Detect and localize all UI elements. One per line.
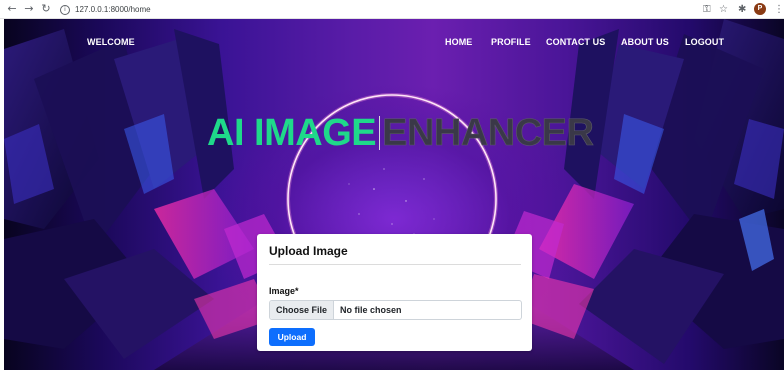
nav-link-about-us[interactable]: ABOUT US: [621, 37, 669, 47]
nav-brand-welcome[interactable]: WELCOME: [87, 37, 135, 47]
address-bar[interactable]: i 127.0.0.1:8000/home: [60, 4, 151, 15]
browser-toolbar: ← → ↻ i 127.0.0.1:8000/home ⚿ ☆ ✱ P ⋮: [0, 0, 784, 19]
nav-link-profile[interactable]: PROFILE: [491, 37, 531, 47]
hero-title-part1: AI IMAGE: [207, 112, 377, 154]
key-icon[interactable]: ⚿: [703, 3, 711, 15]
nav-link-home[interactable]: HOME: [445, 37, 472, 47]
nav-link-logout[interactable]: LOGOUT: [685, 37, 724, 47]
upload-card-title: Upload Image: [269, 244, 348, 258]
divider: [269, 264, 521, 265]
top-navbar: WELCOME HOME PROFILE CONTACT US ABOUT US…: [4, 19, 784, 67]
extensions-icon[interactable]: ✱: [738, 3, 746, 15]
reload-icon[interactable]: ↻: [40, 3, 52, 15]
url-text[interactable]: 127.0.0.1:8000/home: [75, 5, 151, 14]
hero-title: AI IMAGE ENHANCER: [207, 112, 594, 155]
nav-link-contact-us[interactable]: CONTACT US: [546, 37, 605, 47]
typing-caret: [379, 116, 381, 150]
hero-title-part2: ENHANCER: [382, 112, 594, 155]
image-field-label: Image*: [269, 286, 299, 296]
upload-card: Upload Image Image* Choose File No file …: [257, 234, 532, 351]
menu-icon[interactable]: ⋮: [774, 3, 784, 15]
profile-avatar[interactable]: P: [754, 3, 766, 15]
back-icon[interactable]: ←: [6, 3, 18, 15]
file-status-text: No file chosen: [340, 305, 402, 315]
image-file-input[interactable]: Choose File No file chosen: [269, 300, 522, 320]
upload-button[interactable]: Upload: [269, 328, 315, 346]
site-info-icon[interactable]: i: [60, 4, 70, 15]
choose-file-button[interactable]: Choose File: [270, 301, 335, 319]
star-icon[interactable]: ☆: [719, 3, 728, 15]
forward-icon[interactable]: →: [23, 3, 35, 15]
hero-background: WELCOME HOME PROFILE CONTACT US ABOUT US…: [4, 19, 784, 370]
